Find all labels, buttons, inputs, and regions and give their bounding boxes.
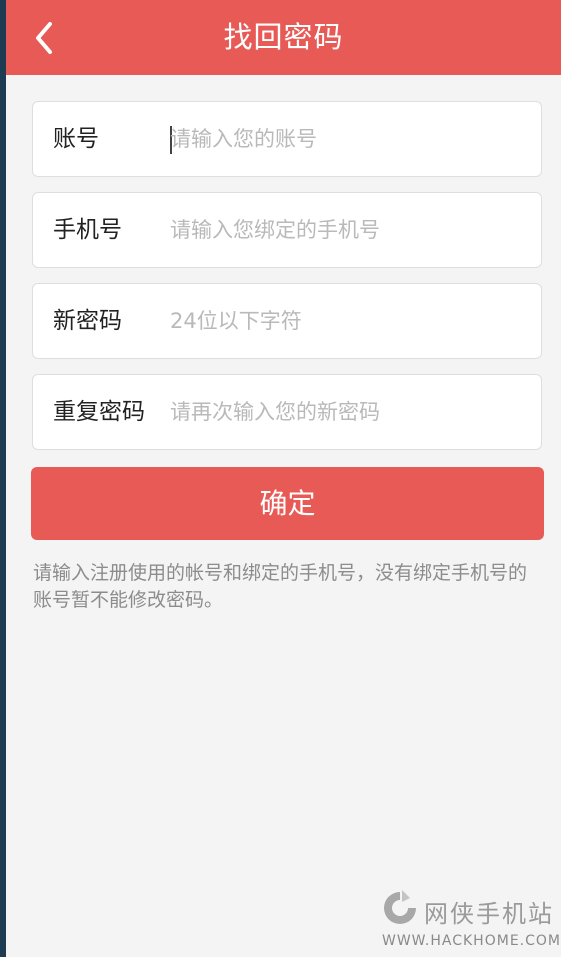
account-input[interactable]: [170, 116, 530, 162]
new-password-label: 新密码: [53, 308, 122, 334]
app-screen: 找回密码 账号 手机号 新密码 重复密码 确定 请输入注册使用的帐号和绑定的手机…: [6, 0, 561, 957]
watermark-name: 网侠手机站: [424, 900, 554, 928]
page-title: 找回密码: [223, 20, 344, 54]
repeat-password-field[interactable]: 重复密码: [32, 374, 542, 450]
hackhome-logo-icon: [384, 890, 416, 924]
confirm-button[interactable]: 确定: [31, 467, 544, 540]
repeat-password-input[interactable]: [170, 389, 530, 435]
repeat-password-label: 重复密码: [53, 399, 145, 425]
phone-field[interactable]: 手机号: [32, 192, 542, 268]
watermark-url: WWW.HACKHOME.COM: [382, 933, 561, 949]
watermark: 网侠手机站 WWW.HACKHOME.COM: [376, 886, 561, 956]
account-label: 账号: [53, 126, 99, 152]
title-bar: 找回密码: [6, 0, 561, 75]
account-field[interactable]: 账号: [32, 101, 542, 177]
phone-label: 手机号: [53, 217, 122, 243]
new-password-input[interactable]: [170, 298, 530, 344]
phone-input[interactable]: [170, 207, 530, 253]
hint-text: 请输入注册使用的帐号和绑定的手机号，没有绑定手机号的账号暂不能修改密码。: [33, 562, 528, 611]
new-password-field[interactable]: 新密码: [32, 283, 542, 359]
